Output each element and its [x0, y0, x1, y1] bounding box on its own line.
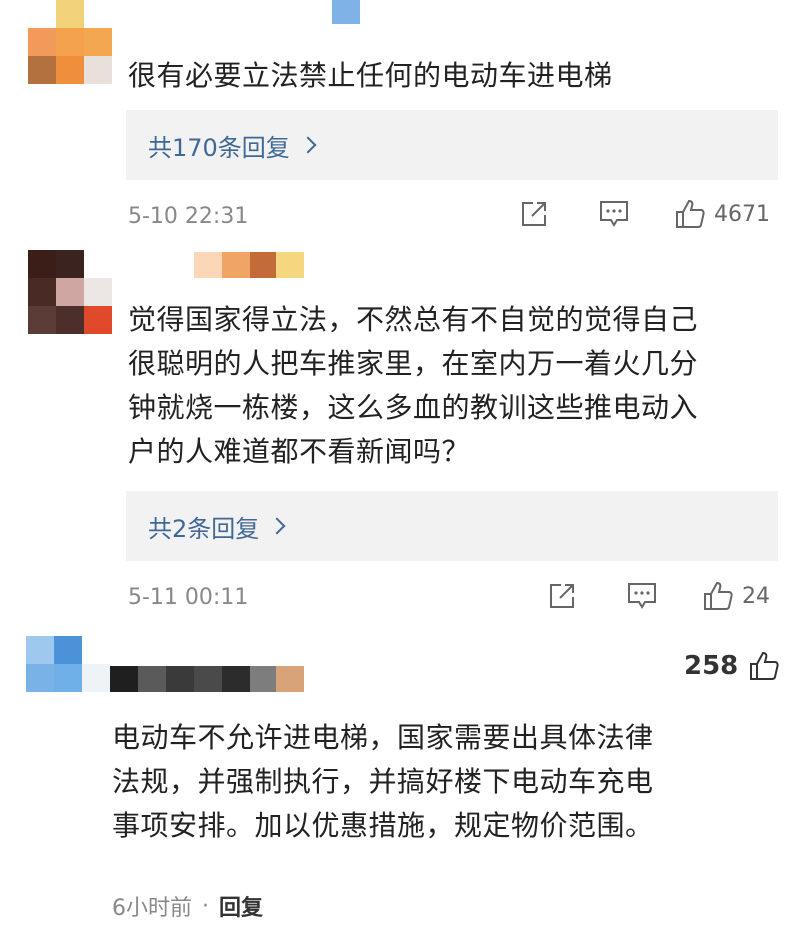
- reply-button[interactable]: 回复: [219, 890, 263, 922]
- reply-count-label: 共170条回复: [148, 133, 290, 162]
- comment-text-line: 觉得国家得立法，不然总有不自觉的觉得自己: [128, 303, 699, 336]
- avatar[interactable]: [28, 250, 112, 334]
- share-icon[interactable]: [518, 198, 550, 230]
- view-replies-button[interactable]: 共170条回复: [126, 110, 778, 180]
- like-count: 258: [684, 651, 739, 681]
- timestamp: 5-10 22:31: [128, 204, 249, 229]
- comment-text: 很有必要立法禁止任何的电动车进电梯: [128, 59, 613, 92]
- comment-text-line: 电动车不允许进电梯，国家需要出具体法律: [112, 721, 654, 754]
- comment-text-line: 很聪明的人把车推家里，在室内万一着火几分: [128, 347, 699, 380]
- comment-text-line: 法规，并强制执行，并搞好楼下电动车充电: [112, 765, 654, 798]
- timestamp: 6小时前: [112, 896, 192, 921]
- comment-icon[interactable]: [626, 580, 658, 612]
- like-count: 4671: [714, 201, 770, 227]
- comment-text-line: 钟就烧一栋楼，这么多血的教训这些推电动入: [128, 391, 699, 424]
- reply-count-label: 共2条回复: [148, 514, 260, 543]
- comment-icon[interactable]: [598, 198, 630, 230]
- like-icon: [702, 580, 734, 612]
- chevron-right-icon: [299, 136, 317, 154]
- comment-text: 电动车不允许进电梯，国家需要出具体法律 法规，并强制执行，并搞好楼下电动车充电 …: [112, 716, 792, 848]
- chevron-right-icon: [268, 517, 286, 535]
- comment-text: 觉得国家得立法，不然总有不自觉的觉得自己 很聪明的人把车推家里，在室内万一着火几…: [128, 298, 788, 474]
- separator-dot: ·: [202, 893, 209, 919]
- comment-2: 觉得国家得立法，不然总有不自觉的觉得自己 很聪明的人把车推家里，在室内万一着火几…: [0, 244, 800, 624]
- like-button[interactable]: 24: [702, 580, 770, 612]
- like-icon: [748, 650, 780, 682]
- username-blurred[interactable]: [194, 252, 304, 278]
- comment-text-line: 户的人难道都不看新闻吗？: [128, 435, 471, 468]
- like-icon: [674, 198, 706, 230]
- comment-3: 258 电动车不允许进电梯，国家需要出具体法律 法规，并强制执行，并搞好楼下电动…: [0, 632, 800, 937]
- view-replies-button[interactable]: 共2条回复: [126, 491, 778, 561]
- like-button[interactable]: 4671: [674, 198, 770, 230]
- like-button[interactable]: 258: [684, 650, 780, 682]
- like-count: 24: [742, 583, 770, 609]
- user-badge-blurred: [276, 666, 304, 692]
- avatar[interactable]: [28, 0, 112, 84]
- share-icon[interactable]: [546, 580, 578, 612]
- avatar[interactable]: [26, 636, 110, 720]
- timestamp: 5-11 00:11: [128, 585, 249, 610]
- username-blurred[interactable]: [332, 0, 360, 24]
- comment-text-line: 事项安排。加以优惠措施，规定物价范围。: [112, 809, 654, 842]
- comment-1: 很有必要立法禁止任何的电动车进电梯 共170条回复 5-10 22:31 467…: [0, 0, 800, 236]
